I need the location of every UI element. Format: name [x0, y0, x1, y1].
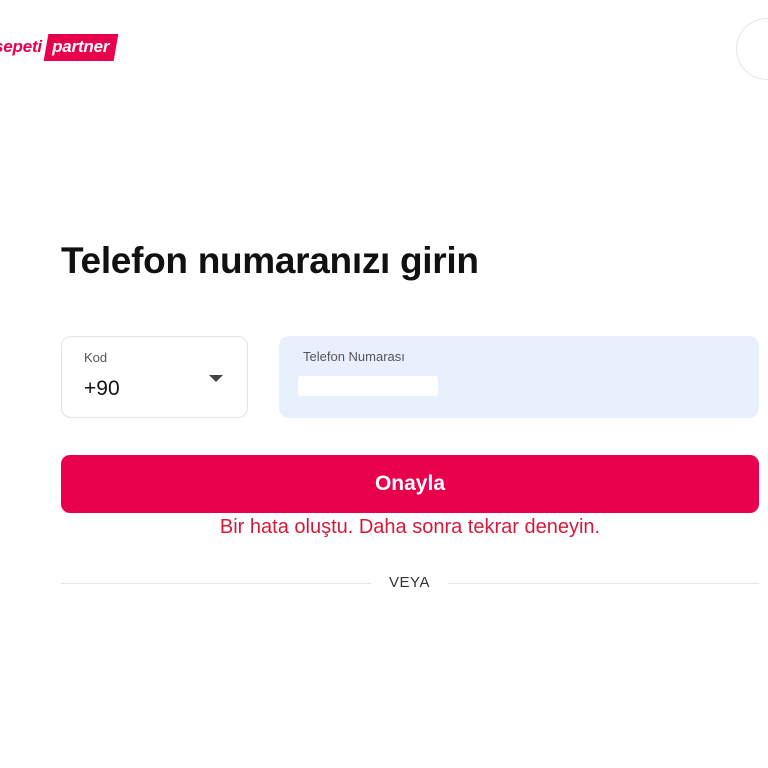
confirm-button[interactable]: Onayla	[61, 455, 759, 513]
caret-down-icon	[209, 375, 223, 382]
login-page: sepeti partner Telefon numaranızı girin …	[0, 0, 768, 768]
language-selector-button[interactable]	[736, 18, 768, 80]
error-message: Bir hata oluştu. Daha sonra tekrar deney…	[219, 516, 601, 538]
logo-word: sepeti	[0, 37, 42, 56]
divider-line-right	[448, 583, 759, 584]
country-code-select[interactable]: Kod +90	[61, 336, 248, 418]
redacted-phone-value	[298, 376, 438, 396]
page-title: Telefon numaranızı girin	[61, 240, 479, 281]
divider-text: VEYA	[389, 574, 430, 591]
country-code-label: Kod	[84, 350, 108, 365]
brand-logo[interactable]: sepeti partner	[0, 32, 119, 62]
phone-number-label: Telefon Numarası	[303, 349, 405, 364]
logo-badge: partner	[43, 33, 119, 61]
logo-badge-text: partner	[52, 36, 110, 56]
divider-line-left	[61, 583, 371, 584]
country-code-value: +90	[84, 377, 120, 400]
